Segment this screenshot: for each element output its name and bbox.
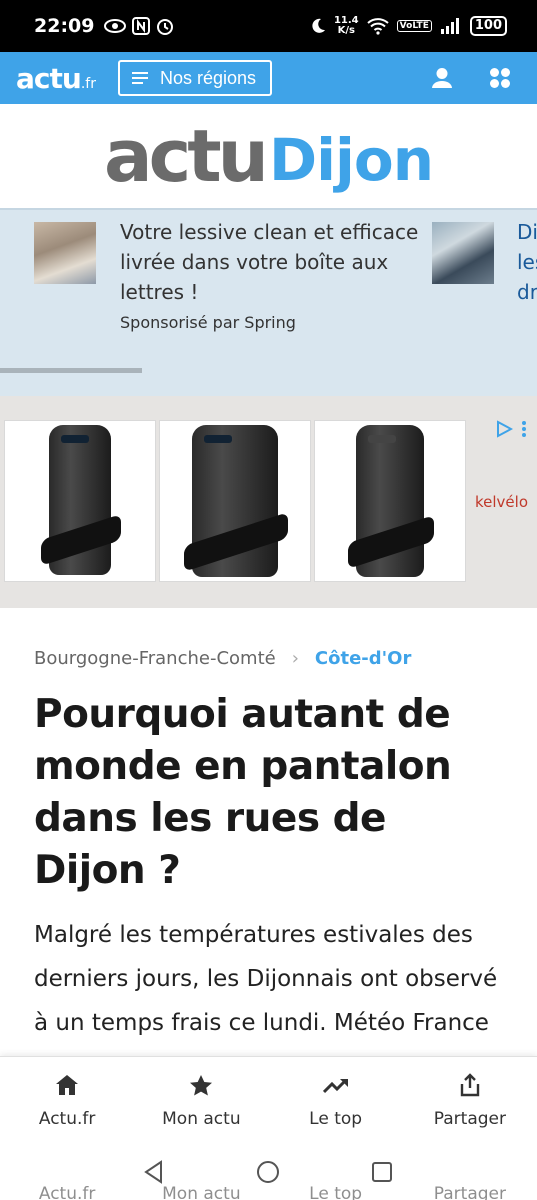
trending-icon [322, 1078, 348, 1094]
regions-label: Nos régions [159, 67, 256, 88]
nav-label: Partager [433, 1109, 506, 1129]
alarm-icon [157, 19, 174, 35]
site-logo[interactable]: actu Dijon [0, 104, 537, 208]
carousel-scroll-indicator [0, 368, 142, 373]
battery-product-image [41, 425, 121, 575]
brand-name: actu [16, 61, 82, 95]
nav-label: Actu.fr [38, 1109, 96, 1129]
signal-icon [440, 18, 459, 34]
ghost-label: Partager [433, 1184, 506, 1200]
brand-suffix: .fr [80, 75, 96, 92]
system-navigation-bar: Actu.fr Mon actu Le top Partager [0, 1152, 537, 1200]
eye-icon [104, 19, 127, 33]
more-vertical-icon[interactable] [521, 420, 527, 438]
nav-item-le-top[interactable]: Le top [269, 1057, 403, 1152]
adchoices-icon[interactable] [495, 420, 513, 438]
article-headline: Pourquoi autant de monde en pantalon dan… [34, 692, 452, 893]
breadcrumb-parent[interactable]: Bourgogne-Franche-Comté [34, 648, 276, 669]
ad-product-card[interactable] [314, 420, 466, 582]
share-icon [460, 1073, 480, 1097]
volte-badge: VoLTE [396, 20, 432, 32]
network-speed: 11.4 K/s [334, 16, 359, 36]
menu-icon [131, 72, 148, 84]
nav-ghost-labels: Actu.fr Mon actu Le top Partager [0, 1184, 537, 1200]
logo-part-actu: actu [104, 114, 269, 198]
sponsored-thumbnail[interactable] [34, 222, 96, 284]
network-speed-unit: K/s [337, 25, 355, 36]
recents-icon[interactable] [370, 1160, 394, 1184]
ghost-label: Actu.fr [38, 1184, 96, 1200]
ad-banner[interactable]: kelvélo [0, 396, 537, 608]
sponsored-by: Sponsorisé par Spring [120, 313, 296, 332]
apps-grid-icon[interactable] [489, 67, 511, 89]
nav-item-partager[interactable]: Partager [403, 1057, 537, 1152]
breadcrumb-current[interactable]: Côte-d'Or [315, 648, 411, 669]
home-icon [56, 1075, 79, 1095]
battery-product-image [348, 425, 434, 577]
ghost-label: Mon actu [162, 1184, 241, 1200]
moon-icon [312, 18, 325, 33]
status-bar: 22:09 11.4 K/s VoLTE 100 [0, 0, 537, 52]
battery-indicator: 100 [469, 16, 507, 36]
regions-button[interactable]: Nos régions [117, 60, 272, 96]
nav-label: Mon actu [162, 1109, 241, 1129]
star-icon [190, 1074, 213, 1095]
battery-product-image [184, 425, 288, 577]
ghost-label: Le top [309, 1184, 363, 1200]
nav-item-actu[interactable]: Actu.fr [0, 1057, 134, 1152]
advertiser-logo[interactable]: kelvélo [475, 493, 528, 511]
next-sponsored-text[interactable]: Di les dr [517, 217, 537, 307]
account-icon[interactable] [431, 67, 453, 89]
sponsored-carousel[interactable]: Votre lessive clean et efficace livrée d… [0, 208, 537, 396]
home-button-icon[interactable] [256, 1160, 280, 1184]
logo-part-city: Dijon [268, 126, 434, 194]
back-icon[interactable] [142, 1160, 166, 1184]
brand-logo[interactable]: actu.fr [16, 62, 96, 95]
ad-product-card[interactable] [159, 420, 311, 582]
nfc-icon [132, 17, 151, 35]
nav-label: Le top [309, 1109, 363, 1129]
bottom-navigation: Actu.fr Mon actu Le top Partager [0, 1056, 537, 1152]
breadcrumb: Bourgogne-Franche-Comté › Côte-d'Or [34, 648, 503, 669]
wifi-icon [366, 18, 389, 35]
status-time: 22:09 [34, 15, 95, 37]
breadcrumb-separator-icon: › [291, 648, 299, 669]
next-sponsored-thumbnail[interactable] [432, 222, 494, 284]
nav-item-mon-actu[interactable]: Mon actu [134, 1057, 268, 1152]
top-app-bar: actu.fr Nos régions [0, 52, 537, 104]
article: Bourgogne-Franche-Comté › Côte-d'Or Pour… [0, 608, 537, 1089]
sponsored-text[interactable]: Votre lessive clean et efficace livrée d… [120, 217, 420, 307]
ad-product-card[interactable] [4, 420, 156, 582]
